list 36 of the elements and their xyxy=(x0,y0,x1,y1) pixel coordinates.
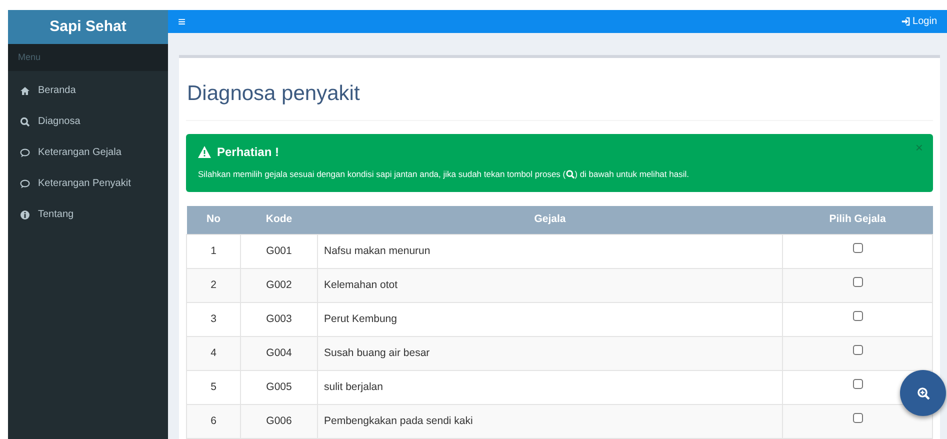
column-header: Kode xyxy=(240,206,318,234)
zoom-in-icon xyxy=(916,386,930,400)
column-header: Gejala xyxy=(318,206,782,234)
sidebar-item[interactable]: Keterangan Gejala xyxy=(8,137,168,168)
alert-title: Perhatian ! xyxy=(217,144,280,161)
symptom-checkbox[interactable] xyxy=(852,311,862,321)
page-title: Diagnosa penyakit xyxy=(187,81,361,108)
column-header: Pilih Gejala xyxy=(782,206,932,234)
sidebar-item[interactable]: Tentang xyxy=(8,199,168,230)
menu-toggle-button[interactable]: ≡ xyxy=(178,15,186,28)
home-icon xyxy=(20,86,30,96)
table-cell: G006 xyxy=(240,404,318,438)
brand-title[interactable]: Sapi Sehat xyxy=(8,10,168,44)
sidebar-item[interactable]: Keterangan Penyakit xyxy=(8,168,168,199)
table-cell: 6 xyxy=(186,404,240,438)
speech-bubble-icon xyxy=(20,178,30,188)
symptom-checkbox[interactable] xyxy=(852,379,862,389)
warning-icon xyxy=(198,146,211,158)
login-link[interactable]: Login xyxy=(900,14,937,30)
sign-in-icon xyxy=(900,17,910,26)
alert-message: Silahkan memilih gejala sesuai dengan kondisi sapi jantan anda, jika sudah tekan tombol proses ( ) di bawah untuk melihat hasil. xyxy=(198,168,690,180)
table-cell: 1 xyxy=(186,234,240,268)
info-icon xyxy=(20,210,30,220)
sidebar-item[interactable]: Beranda xyxy=(8,75,168,106)
search-icon xyxy=(566,170,575,179)
symptom-checkbox[interactable] xyxy=(852,413,862,423)
search-icon xyxy=(20,116,30,126)
table-cell: Pembengkakan pada sendi kaki xyxy=(318,404,782,438)
column-header: No xyxy=(186,206,240,234)
speech-bubble-icon xyxy=(20,148,30,158)
menu-header: Menu xyxy=(18,50,41,64)
symptom-checkbox[interactable] xyxy=(852,277,862,287)
table-cell: Nafsu makan menurun xyxy=(318,234,782,268)
symptom-checkbox[interactable] xyxy=(852,243,862,253)
symptom-checkbox[interactable] xyxy=(852,345,862,355)
sidebar-item[interactable]: Diagnosa xyxy=(8,106,168,137)
